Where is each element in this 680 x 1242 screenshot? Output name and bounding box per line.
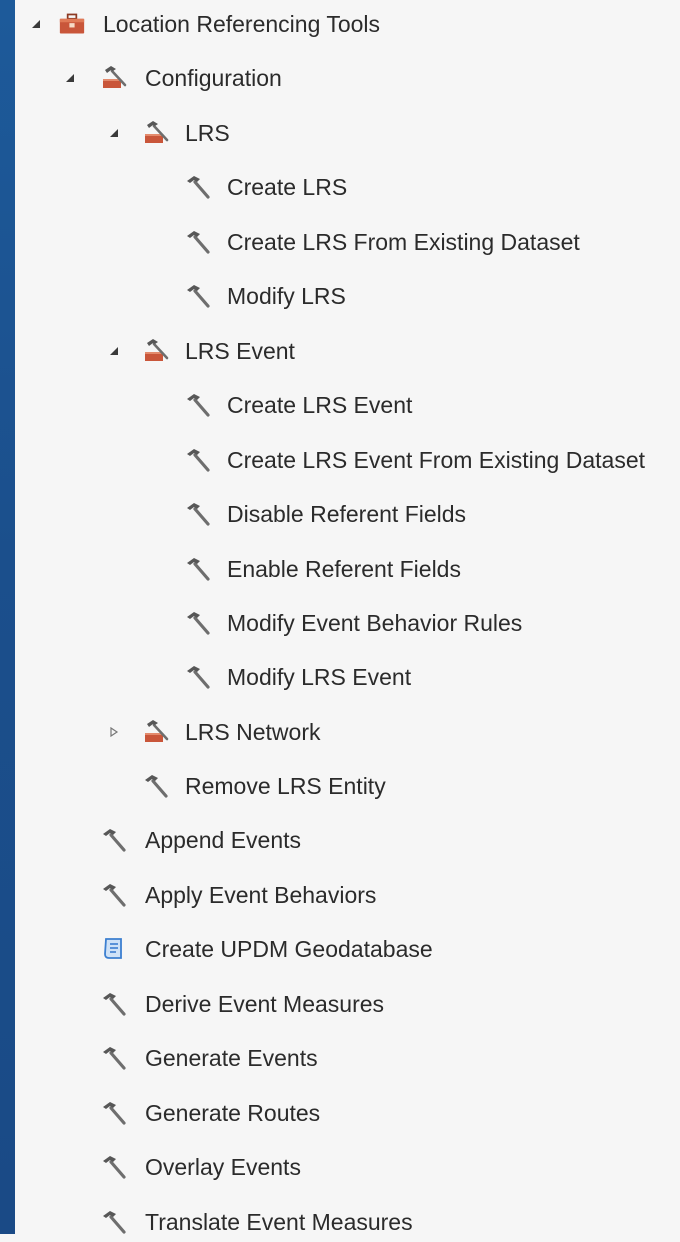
tree-node[interactable]: Create LRS From Existing Dataset xyxy=(15,222,680,262)
tree-node-label: Generate Events xyxy=(145,1045,318,1071)
hammer-tool-icon xyxy=(101,991,127,1017)
toolbox-icon xyxy=(59,11,85,37)
window-edge xyxy=(0,0,15,1234)
tree-node-label: Generate Routes xyxy=(145,1100,321,1126)
tree-node-label: Create UPDM Geodatabase xyxy=(145,936,433,962)
tree-node[interactable]: Derive Event Measures xyxy=(15,984,680,1024)
tree-node-label: Modify Event Behavior Rules xyxy=(227,610,523,636)
toolset-icon xyxy=(143,719,169,745)
tree-node-label: Create LRS Event From Existing Dataset xyxy=(227,447,645,473)
tree-node-label: Remove LRS Entity xyxy=(185,773,386,799)
toolset-icon xyxy=(143,120,169,146)
toolset-icon xyxy=(143,338,169,364)
tree-node[interactable]: Create UPDM Geodatabase xyxy=(15,929,680,969)
hammer-tool-icon xyxy=(101,882,127,908)
hammer-tool-icon xyxy=(101,1045,127,1071)
tree-node[interactable]: Modify Event Behavior Rules xyxy=(15,603,680,643)
tree-node[interactable]: Append Events xyxy=(15,820,680,860)
tree-node[interactable]: Enable Referent Fields xyxy=(15,549,680,589)
tree-node[interactable]: Create LRS Event From Existing Dataset xyxy=(15,440,680,480)
tree-node[interactable]: Create LRS Event xyxy=(15,385,680,425)
tree-node[interactable]: Remove LRS Entity xyxy=(15,766,680,806)
tree-node[interactable]: LRS xyxy=(15,113,680,153)
tree-node[interactable]: LRS Network xyxy=(15,712,680,752)
tree-node[interactable]: Translate Event Measures xyxy=(15,1202,680,1242)
hammer-tool-icon xyxy=(185,174,211,200)
tree-node-label: Append Events xyxy=(145,827,302,853)
tree-node[interactable]: Location Referencing Tools xyxy=(15,4,680,44)
tree-node-label: Disable Referent Fields xyxy=(227,501,467,527)
tree-node-label: Derive Event Measures xyxy=(145,991,385,1017)
script-tool-icon xyxy=(101,936,127,962)
hammer-tool-icon xyxy=(185,229,211,255)
tree-node-label: LRS Event xyxy=(185,338,295,364)
tree-node-label: Create LRS From Existing Dataset xyxy=(227,229,580,255)
collapsed-arrow-icon[interactable] xyxy=(109,727,119,737)
expanded-arrow-icon[interactable] xyxy=(31,19,41,29)
tree-node[interactable]: Modify LRS Event xyxy=(15,657,680,697)
tree-node-label: Overlay Events xyxy=(145,1154,301,1180)
tree-node[interactable]: Modify LRS xyxy=(15,276,680,316)
hammer-tool-icon xyxy=(101,1154,127,1180)
hammer-tool-icon xyxy=(185,610,211,636)
tree-node-label: Create LRS xyxy=(227,174,348,200)
tree-node-label: Configuration xyxy=(145,65,282,91)
tree-node-label: Location Referencing Tools xyxy=(103,11,381,37)
tree-node-label: Create LRS Event xyxy=(227,392,413,418)
tree-node-label: Apply Event Behaviors xyxy=(145,882,377,908)
hammer-tool-icon xyxy=(143,773,169,799)
hammer-tool-icon xyxy=(185,556,211,582)
tree-node-label: LRS xyxy=(185,120,230,146)
toolset-icon xyxy=(101,65,127,91)
hammer-tool-icon xyxy=(185,501,211,527)
hammer-tool-icon xyxy=(185,447,211,473)
toolbox-tree: Location Referencing Tools Configuration L… xyxy=(15,0,680,1235)
tree-node[interactable]: Generate Events xyxy=(15,1038,680,1078)
tree-node[interactable]: LRS Event xyxy=(15,331,680,371)
tree-node-label: Enable Referent Fields xyxy=(227,556,461,582)
hammer-tool-icon xyxy=(101,827,127,853)
hammer-tool-icon xyxy=(185,283,211,309)
expanded-arrow-icon[interactable] xyxy=(109,128,119,138)
tree-node-label: Modify LRS Event xyxy=(227,664,412,690)
tree-node[interactable]: Configuration xyxy=(15,58,680,98)
expanded-arrow-icon[interactable] xyxy=(109,346,119,356)
tree-node-label: Translate Event Measures xyxy=(145,1209,413,1235)
tree-node[interactable]: Overlay Events xyxy=(15,1147,680,1187)
tree-node[interactable]: Generate Routes xyxy=(15,1093,680,1133)
tree-node-label: LRS Network xyxy=(185,719,321,745)
hammer-tool-icon xyxy=(101,1100,127,1126)
hammer-tool-icon xyxy=(101,1209,127,1235)
tree-node[interactable]: Disable Referent Fields xyxy=(15,494,680,534)
tree-node[interactable]: Create LRS xyxy=(15,167,680,207)
expanded-arrow-icon[interactable] xyxy=(65,73,75,83)
hammer-tool-icon xyxy=(185,664,211,690)
hammer-tool-icon xyxy=(185,392,211,418)
tree-node-label: Modify LRS xyxy=(227,283,346,309)
tree-node[interactable]: Apply Event Behaviors xyxy=(15,875,680,915)
